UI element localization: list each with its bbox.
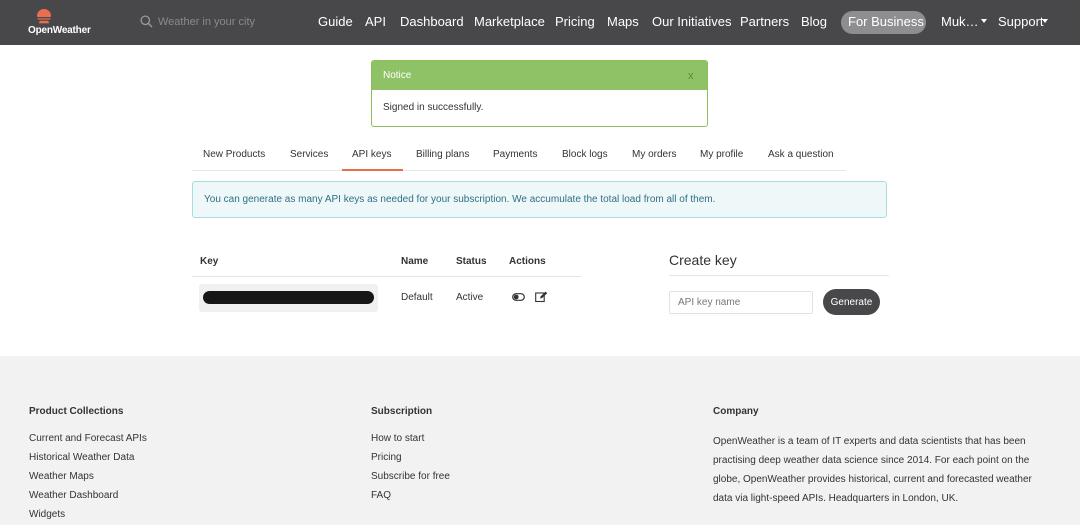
tab-payments[interactable]: Payments xyxy=(493,149,537,160)
nav-blog[interactable]: Blog xyxy=(801,14,827,29)
tab-new-products[interactable]: New Products xyxy=(203,149,265,160)
top-navbar: OpenWeather Guide API Dashboard Marketpl… xyxy=(0,0,1080,45)
nav-pricing[interactable]: Pricing xyxy=(555,14,595,29)
nav-for-business[interactable]: For Business xyxy=(848,14,924,29)
search-box[interactable] xyxy=(140,13,290,31)
active-tab-indicator xyxy=(342,169,403,171)
tab-block-logs[interactable]: Block logs xyxy=(562,149,608,160)
search-icon xyxy=(140,15,153,28)
column-header-name: Name xyxy=(401,256,429,267)
api-key-name-input[interactable] xyxy=(669,291,813,314)
tab-api-keys[interactable]: API keys xyxy=(352,149,391,160)
key-name-value: Default xyxy=(401,292,433,303)
footer-link-subscribe-for-free[interactable]: Subscribe for free xyxy=(371,471,450,482)
nav-api[interactable]: API xyxy=(365,14,386,29)
footer-heading-subscription: Subscription xyxy=(371,406,433,417)
api-key-cell[interactable] xyxy=(199,284,378,312)
notice-header: Notice x xyxy=(372,61,707,90)
footer: Product Collections Current and Forecast… xyxy=(0,356,1080,525)
user-menu[interactable]: Muk… xyxy=(941,14,979,29)
nav-support[interactable]: Support xyxy=(998,14,1044,29)
chevron-down-icon xyxy=(1042,19,1048,23)
tab-my-profile[interactable]: My profile xyxy=(700,149,743,160)
nav-guide[interactable]: Guide xyxy=(318,14,353,29)
logo-wordmark: OpenWeather xyxy=(28,25,91,36)
notice-title: Notice xyxy=(383,70,412,81)
generate-button[interactable]: Generate xyxy=(823,289,880,315)
account-tabs: New Products Services API keys Billing p… xyxy=(192,143,846,171)
footer-link-weather-maps[interactable]: Weather Maps xyxy=(29,471,94,482)
footer-link-how-to-start[interactable]: How to start xyxy=(371,433,424,444)
info-alert: You can generate as many API keys as nee… xyxy=(192,181,887,218)
tab-ask-a-question[interactable]: Ask a question xyxy=(768,149,834,160)
footer-link-pricing[interactable]: Pricing xyxy=(371,452,402,463)
sun-logo-icon xyxy=(35,9,53,24)
footer-link-weather-dashboard[interactable]: Weather Dashboard xyxy=(29,490,118,501)
nav-our-initiatives[interactable]: Our Initiatives xyxy=(652,14,731,29)
footer-link-current-forecast-apis[interactable]: Current and Forecast APIs xyxy=(29,433,147,444)
nav-partners[interactable]: Partners xyxy=(740,14,789,29)
toggle-icon[interactable] xyxy=(512,291,525,303)
column-header-actions: Actions xyxy=(509,256,546,267)
footer-heading-product-collections: Product Collections xyxy=(29,406,124,417)
tab-billing-plans[interactable]: Billing plans xyxy=(416,149,469,160)
footer-link-historical-weather-data[interactable]: Historical Weather Data xyxy=(29,452,134,463)
column-header-key: Key xyxy=(200,256,219,267)
footer-link-widgets[interactable]: Widgets xyxy=(29,509,65,520)
table-divider xyxy=(192,276,581,277)
notice-panel: Notice x Signed in successfully. xyxy=(371,60,708,127)
nav-maps[interactable]: Maps xyxy=(607,14,639,29)
redacted-api-key xyxy=(203,291,374,304)
create-key-title: Create key xyxy=(669,252,737,268)
info-alert-text: You can generate as many API keys as nee… xyxy=(204,194,716,205)
footer-company-description: OpenWeather is a team of IT experts and … xyxy=(713,436,1032,504)
key-status-value: Active xyxy=(456,292,484,303)
edit-icon[interactable] xyxy=(535,291,548,303)
column-header-status: Status xyxy=(456,256,487,267)
tab-services[interactable]: Services xyxy=(290,149,328,160)
create-key-divider xyxy=(669,275,889,276)
footer-heading-company: Company xyxy=(713,406,759,417)
notice-message: Signed in successfully. xyxy=(383,102,484,113)
chevron-down-icon xyxy=(981,19,987,23)
nav-marketplace[interactable]: Marketplace xyxy=(474,14,545,29)
footer-link-faq[interactable]: FAQ xyxy=(371,490,391,501)
openweather-logo[interactable]: OpenWeather xyxy=(28,7,100,37)
tab-my-orders[interactable]: My orders xyxy=(632,149,676,160)
search-input[interactable] xyxy=(158,13,288,31)
nav-dashboard[interactable]: Dashboard xyxy=(400,14,464,29)
notice-close-button[interactable]: x xyxy=(688,70,694,82)
